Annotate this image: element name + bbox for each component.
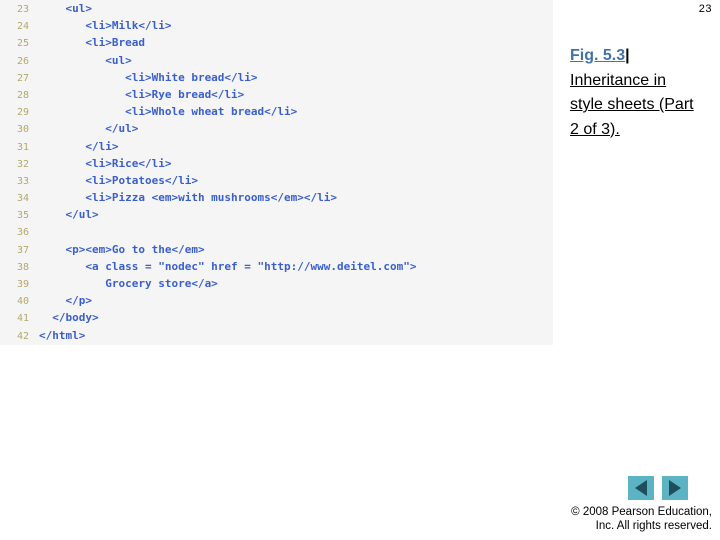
- code-line-text: <li>Milk</li>: [39, 19, 172, 33]
- code-line-number: 32: [16, 158, 29, 170]
- code-line-number: 36: [16, 227, 29, 239]
- figure-caption-text: Inheritance in style sheets (Part 2 of 3…: [570, 71, 694, 138]
- code-line: 27 <li>White bread</li>: [0, 69, 553, 86]
- code-line-number: 26: [16, 55, 29, 67]
- page-number: 23: [698, 3, 712, 15]
- code-line: 31 </li>: [0, 138, 553, 155]
- triangle-right-icon: [669, 480, 681, 496]
- code-line: 39 Grocery store</a>: [0, 275, 553, 292]
- code-line-text: <ul>: [39, 53, 132, 67]
- code-line: 29 <li>Whole wheat bread</li>: [0, 103, 553, 120]
- code-line-text: </html>: [39, 328, 86, 342]
- code-line-text: <li>Bread: [39, 36, 145, 50]
- code-line-text: </li>: [39, 139, 119, 153]
- code-line: 25 <li>Bread: [0, 34, 553, 51]
- code-line: 40 </p>: [0, 292, 553, 309]
- code-line-text: <li>Pizza <em>with mushrooms</em></li>: [39, 191, 338, 205]
- code-line-number: 28: [16, 89, 29, 101]
- code-line-number: 30: [16, 124, 29, 136]
- code-line-number: 42: [16, 330, 29, 342]
- code-line: 42 </html>: [0, 327, 553, 344]
- code-line-text: Grocery store</a>: [39, 277, 218, 290]
- code-line-number: 27: [16, 72, 29, 84]
- slide-navigation: [628, 476, 688, 500]
- code-line: 38 <a class = "nodec" href = "http://www…: [0, 258, 553, 275]
- code-line-number: 39: [16, 279, 29, 290]
- next-slide-button[interactable]: [662, 476, 688, 500]
- figure-caption-separator: |: [625, 47, 630, 64]
- copyright-line-2: Inc. All rights reserved.: [595, 520, 712, 532]
- code-line: 34 <li>Pizza <em>with mushrooms</em></li…: [0, 189, 553, 206]
- code-line-text: <li>Rye bread</li>: [39, 87, 245, 101]
- code-line-number: 33: [16, 175, 29, 187]
- code-line-number: 23: [16, 4, 29, 15]
- figure-caption-label: Fig. 5.3: [570, 47, 626, 64]
- code-line: 37 <p><em>Go to the</em>: [0, 241, 553, 258]
- code-line: 41 </body>: [0, 309, 553, 326]
- code-line: 36: [0, 223, 553, 240]
- code-line-text: </ul>: [39, 208, 99, 222]
- code-line-text: </ul>: [39, 122, 139, 136]
- code-line-text: <ul>: [39, 2, 92, 15]
- copyright-notice: © 2008 Pearson Education, Inc. All right…: [412, 505, 712, 533]
- code-line-number: 41: [16, 313, 29, 325]
- code-line-number: 34: [16, 193, 29, 205]
- code-line: 35 </ul>: [0, 206, 553, 223]
- code-line-text: <li>Whole wheat bread</li>: [39, 105, 298, 119]
- triangle-left-icon: [635, 480, 647, 496]
- code-line-text: <p><em>Go to the</em>: [39, 242, 205, 256]
- code-line-number: 35: [16, 210, 29, 222]
- code-line-text: </body>: [39, 311, 99, 325]
- code-line-text: <li>Potatoes</li>: [39, 173, 198, 187]
- code-line: 32 <li>Rice</li>: [0, 155, 553, 172]
- copyright-line-1: © 2008 Pearson Education,: [571, 506, 712, 518]
- code-line: 26 <ul>: [0, 52, 553, 69]
- code-line-number: 25: [16, 38, 29, 50]
- code-listing-block: 23 <ul> 24 <li>Milk</li> 25 <li>Bread 26 <u…: [0, 0, 553, 345]
- figure-caption: Fig. 5.3| Inheritance in style sheets (P…: [570, 44, 694, 142]
- code-line-number: 38: [16, 261, 29, 273]
- code-line: 23 <ul>: [0, 0, 553, 17]
- code-line-number: 31: [16, 141, 29, 153]
- code-line: 24 <li>Milk</li>: [0, 17, 553, 34]
- code-line-text: <li>Rice</li>: [39, 156, 172, 170]
- code-line: 30 </ul>: [0, 120, 553, 137]
- code-line-text: <a class = "nodec" href = "http://www.de…: [39, 259, 417, 273]
- code-line-number: 40: [16, 296, 29, 308]
- code-line-text: </p>: [39, 294, 92, 308]
- code-line: 33 <li>Potatoes</li>: [0, 172, 553, 189]
- code-line-text: <li>White bread</li>: [39, 70, 258, 84]
- code-line: 28 <li>Rye bread</li>: [0, 86, 553, 103]
- code-line-number: 37: [16, 244, 29, 256]
- code-line-number: 24: [16, 21, 29, 33]
- code-line-number: 29: [16, 107, 29, 119]
- previous-slide-button[interactable]: [628, 476, 654, 500]
